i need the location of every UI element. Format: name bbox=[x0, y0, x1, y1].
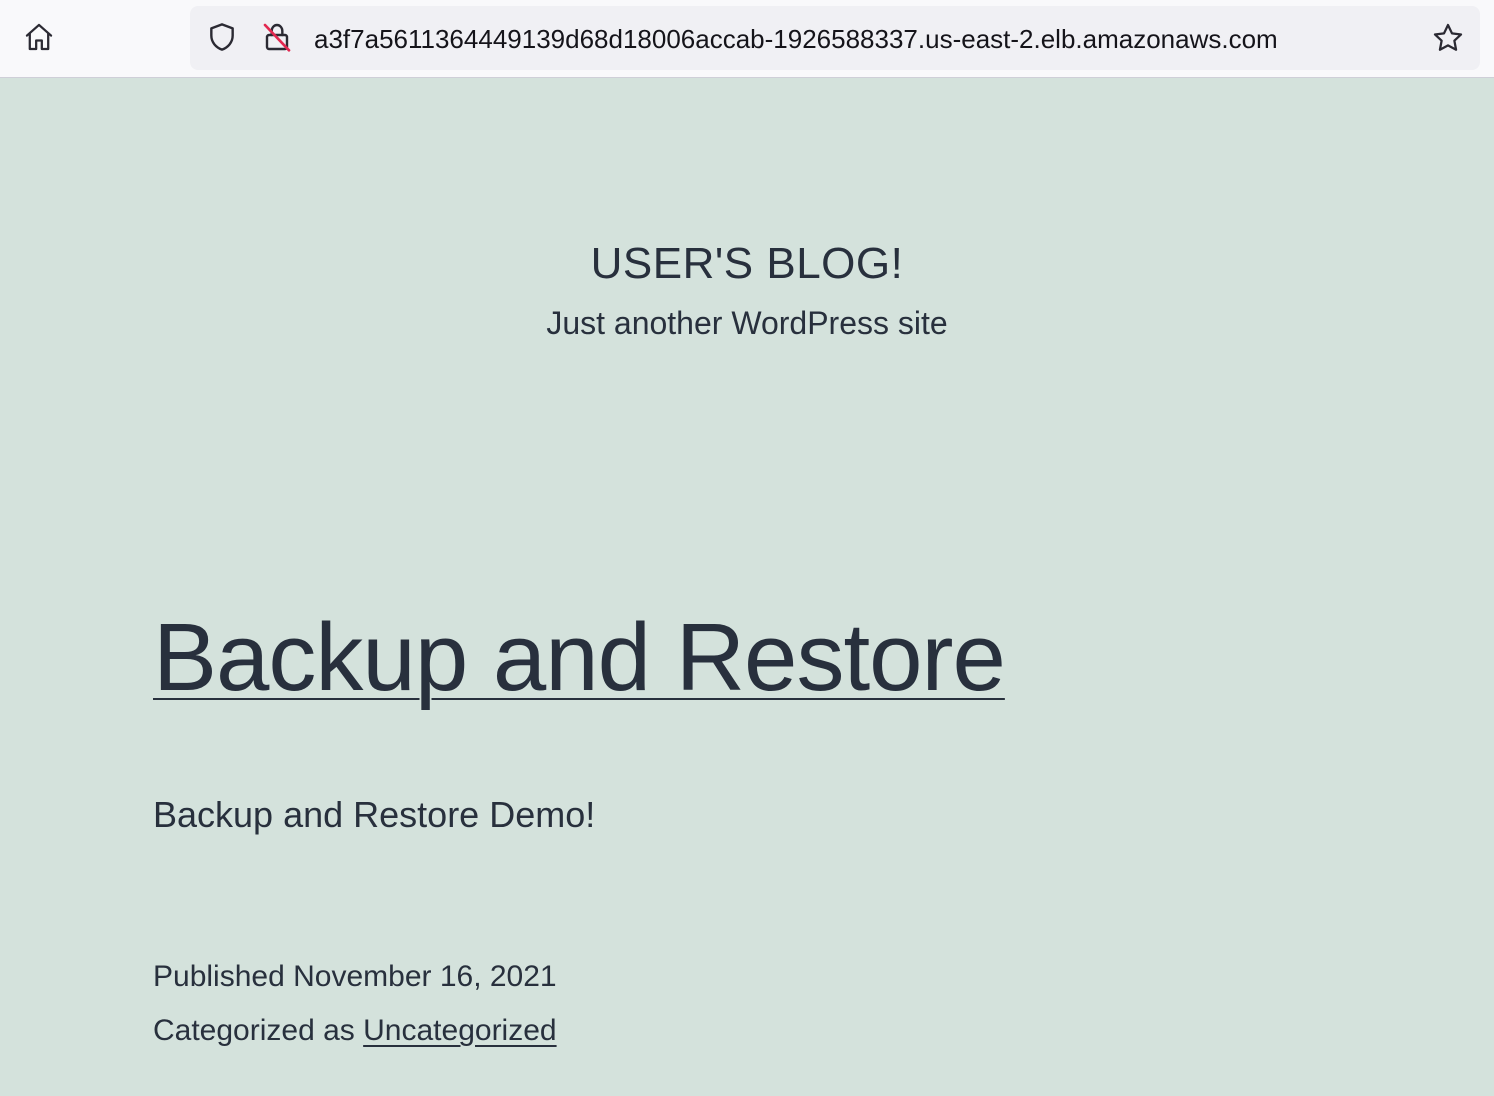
tracking-protection-button[interactable] bbox=[205, 22, 239, 56]
url-text[interactable]: a3f7a5611364449139d68d18006accab-1926588… bbox=[314, 21, 1414, 57]
post-meta: Published November 16, 2021 Categorized … bbox=[153, 950, 557, 1058]
post-content: Backup and Restore Demo! bbox=[153, 794, 596, 835]
site-header: USER'S BLOG! Just another WordPress site bbox=[0, 232, 1494, 348]
star-icon bbox=[1431, 21, 1465, 60]
site-description: Just another WordPress site bbox=[546, 305, 948, 341]
home-button[interactable] bbox=[17, 17, 61, 61]
site-title[interactable]: USER'S BLOG! bbox=[0, 232, 1494, 296]
published-label: Published bbox=[153, 960, 285, 993]
category-label: Categorized as bbox=[153, 1014, 355, 1047]
insecure-lock-icon bbox=[261, 21, 293, 58]
post-category: Categorized as Uncategorized bbox=[153, 1004, 557, 1058]
shield-icon bbox=[206, 21, 238, 58]
post: Backup and Restore Backup and Restore De… bbox=[153, 600, 1353, 1047]
published-date: November 16, 2021 bbox=[293, 960, 557, 993]
category-link[interactable]: Uncategorized bbox=[363, 1014, 556, 1047]
bookmark-button[interactable] bbox=[1428, 20, 1468, 60]
post-title: Backup and Restore bbox=[153, 600, 1353, 716]
url-bar[interactable]: a3f7a5611364449139d68d18006accab-1926588… bbox=[190, 6, 1480, 70]
site-security-button[interactable] bbox=[260, 22, 294, 56]
post-title-link[interactable]: Backup and Restore bbox=[153, 604, 1006, 711]
home-icon bbox=[22, 20, 56, 59]
browser-toolbar: a3f7a5611364449139d68d18006accab-1926588… bbox=[0, 0, 1494, 78]
post-published: Published November 16, 2021 bbox=[153, 950, 557, 1004]
